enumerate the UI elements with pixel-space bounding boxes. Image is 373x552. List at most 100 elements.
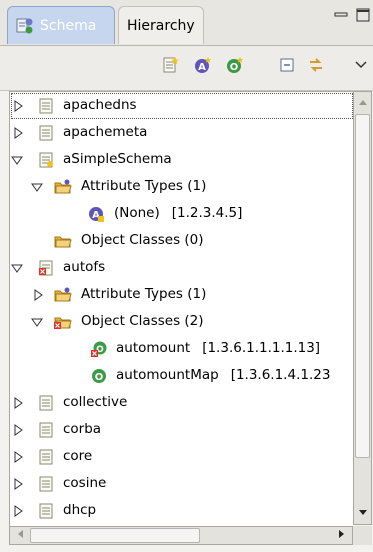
tree-node-label: cosine xyxy=(63,475,107,491)
expand-arrow-icon[interactable] xyxy=(12,100,24,112)
schema-icon xyxy=(38,449,54,465)
collapse-arrow-icon[interactable] xyxy=(11,262,23,274)
tree-node-label: (None) xyxy=(114,205,160,221)
expand-arrow-icon[interactable] xyxy=(32,289,44,301)
schema-icon xyxy=(38,476,54,492)
tree-node-label: Attribute Types (1) xyxy=(81,178,207,194)
view-toolbar: A O xyxy=(0,46,373,91)
schema-icon xyxy=(38,503,54,519)
new-schema-button[interactable] xyxy=(160,56,182,78)
object-class-error-icon: O xyxy=(91,341,107,357)
folder-open-icon xyxy=(54,233,72,249)
tree-node-oid: [1.3.6.1.1.1.1.13] xyxy=(202,340,321,356)
vertical-scroll-thumb[interactable] xyxy=(355,114,370,458)
collapse-all-icon xyxy=(278,56,296,78)
tree-row[interactable]: O automount [1.3.6.1.1.1.1.13] xyxy=(10,335,354,363)
new-object-class-button[interactable]: O xyxy=(224,56,246,78)
folder-open-icon xyxy=(54,179,72,195)
tree-row[interactable]: corba xyxy=(10,416,354,444)
tree-row[interactable]: Attribute Types (1) xyxy=(10,281,354,309)
folder-open-error-icon xyxy=(54,314,72,330)
horizontal-scrollbar[interactable] xyxy=(9,526,353,545)
collapse-arrow-icon[interactable] xyxy=(11,154,23,166)
schema-error-icon xyxy=(38,260,54,276)
arrow-up-icon xyxy=(358,95,368,110)
new-attribute-type-button[interactable]: A xyxy=(192,56,214,78)
expand-arrow-icon[interactable] xyxy=(12,505,24,517)
expand-arrow-icon[interactable] xyxy=(12,127,24,139)
tree-node-label: automount xyxy=(116,340,191,356)
arrow-right-icon xyxy=(338,528,346,543)
tree-node-label: Object Classes (0) xyxy=(81,232,204,248)
tree-row[interactable]: Object Classes (0) xyxy=(10,227,354,255)
object-class-icon: O xyxy=(91,368,107,384)
tree-row[interactable]: Object Classes (2) xyxy=(10,308,354,336)
schema-icon xyxy=(38,395,54,411)
tab-schema-label: Schema xyxy=(40,17,97,34)
tree-node-label: automountMap xyxy=(116,367,219,383)
arrow-left-icon xyxy=(16,528,24,543)
tree-row[interactable]: apachedns xyxy=(10,92,354,120)
expand-arrow-icon[interactable] xyxy=(12,451,24,463)
attribute-type-icon: A xyxy=(88,206,104,222)
minimize-icon xyxy=(334,8,348,26)
schema-view-icon xyxy=(16,17,34,35)
new-object-class-icon: O xyxy=(226,56,244,78)
maximize-icon xyxy=(356,8,370,26)
tree-row[interactable]: A (None) [1.2.3.4.5] xyxy=(10,200,354,228)
tree-row[interactable]: cosine xyxy=(10,470,354,498)
tab-schema[interactable]: Schema xyxy=(7,6,115,44)
tree-node-label: collective xyxy=(63,394,128,410)
expand-arrow-icon[interactable] xyxy=(12,397,24,409)
tree-node-label: corba xyxy=(63,421,102,437)
svg-text:O: O xyxy=(230,62,239,73)
chevron-down-icon xyxy=(354,58,368,76)
schema-icon xyxy=(38,125,54,141)
tree-row[interactable]: Attribute Types (1) xyxy=(10,173,354,201)
tree-row[interactable]: dhcp xyxy=(10,497,354,525)
tree-node-label: apachemeta xyxy=(63,124,148,140)
tree-row[interactable]: core xyxy=(10,443,354,471)
tree-node-label: Object Classes (2) xyxy=(81,313,204,329)
tree-row[interactable]: autofs xyxy=(10,254,354,282)
schema-icon xyxy=(38,152,54,168)
tab-hierarchy[interactable]: Hierarchy xyxy=(118,6,204,44)
tree-row[interactable]: aSimpleSchema xyxy=(10,146,354,174)
scroll-left-button[interactable] xyxy=(11,528,28,543)
scrollbar-corner xyxy=(353,526,372,545)
scroll-right-button[interactable] xyxy=(333,528,350,543)
folder-open-icon xyxy=(54,287,72,303)
view-tab-bar: Schema Hierarchy xyxy=(0,0,373,46)
svg-text:O: O xyxy=(95,372,104,383)
svg-text:A: A xyxy=(198,62,206,73)
tab-hierarchy-label: Hierarchy xyxy=(127,17,195,34)
horizontal-scroll-thumb[interactable] xyxy=(30,528,200,543)
vertical-scrollbar[interactable] xyxy=(353,91,372,525)
collapse-arrow-icon[interactable] xyxy=(31,316,43,328)
collapse-all-button[interactable] xyxy=(276,56,298,78)
new-attribute-type-icon: A xyxy=(194,56,212,78)
tree-node-label: aSimpleSchema xyxy=(63,151,172,167)
link-with-editor-icon xyxy=(307,56,325,78)
schema-tree[interactable]: apachedns apachemeta aSimpleSchema Attri… xyxy=(9,91,354,527)
new-schema-icon xyxy=(162,56,180,78)
tree-row[interactable]: O automountMap [1.3.6.1.4.1.23 xyxy=(10,362,354,390)
expand-arrow-icon[interactable] xyxy=(12,478,24,490)
tree-node-label: apachedns xyxy=(63,97,137,113)
tree-node-label: autofs xyxy=(63,259,106,275)
schema-icon xyxy=(38,422,54,438)
view-menu-button[interactable] xyxy=(350,56,372,78)
scroll-up-button[interactable] xyxy=(355,93,370,111)
schema-icon xyxy=(38,98,54,114)
tree-row[interactable]: collective xyxy=(10,389,354,417)
minimize-view-button[interactable] xyxy=(333,9,349,25)
link-with-editor-button[interactable] xyxy=(305,56,327,78)
maximize-view-button[interactable] xyxy=(355,8,371,26)
collapse-arrow-icon[interactable] xyxy=(31,181,43,193)
tree-row[interactable]: apachemeta xyxy=(10,119,354,147)
expand-arrow-icon[interactable] xyxy=(12,424,24,436)
scroll-down-button[interactable] xyxy=(355,504,370,522)
tree-node-oid: [1.2.3.4.5] xyxy=(171,205,243,221)
tree-node-label: core xyxy=(63,448,93,464)
arrow-down-icon xyxy=(358,506,368,521)
